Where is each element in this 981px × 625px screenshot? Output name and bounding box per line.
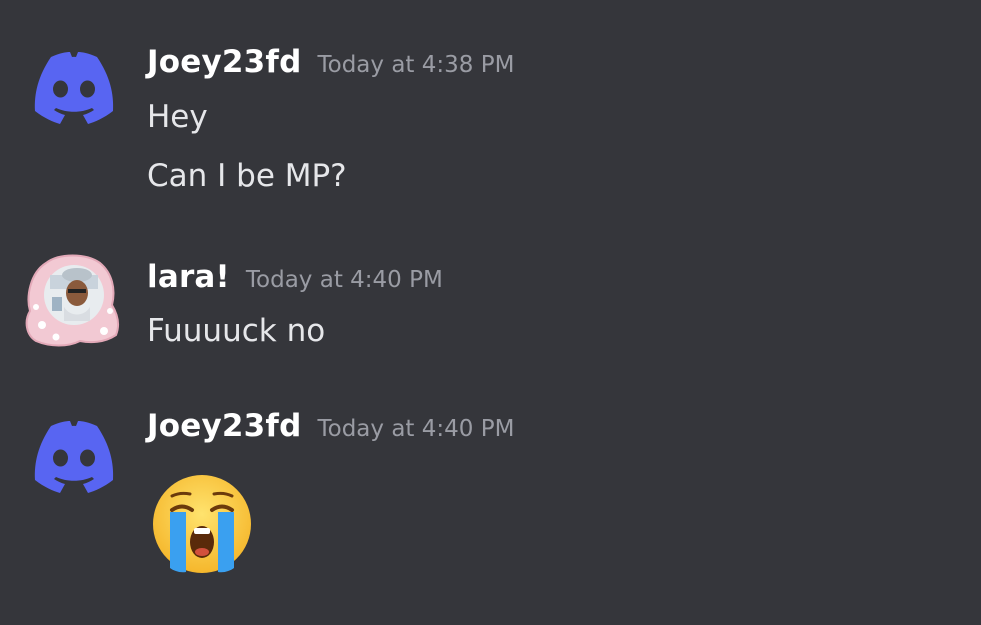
message-header: lara! Today at 4:40 PM (147, 259, 443, 295)
timestamp[interactable]: Today at 4:38 PM (317, 52, 514, 78)
message-header: Joey23fd Today at 4:38 PM (147, 44, 514, 80)
discord-logo-icon[interactable] (24, 39, 122, 137)
user-avatar[interactable] (24, 251, 122, 349)
discord-logo-icon[interactable] (24, 408, 122, 506)
loudly-crying-face-emoji (153, 475, 251, 573)
username[interactable]: Joey23fd (147, 44, 301, 80)
username[interactable]: Joey23fd (147, 408, 301, 444)
message-text: Fuuuuck no (147, 313, 326, 349)
timestamp[interactable]: Today at 4:40 PM (246, 267, 443, 293)
message-header: Joey23fd Today at 4:40 PM (147, 408, 514, 444)
username[interactable]: lara! (147, 259, 230, 295)
message-text: Can I be MP? (147, 158, 347, 194)
timestamp[interactable]: Today at 4:40 PM (317, 416, 514, 442)
message-text: Hey (147, 99, 208, 135)
